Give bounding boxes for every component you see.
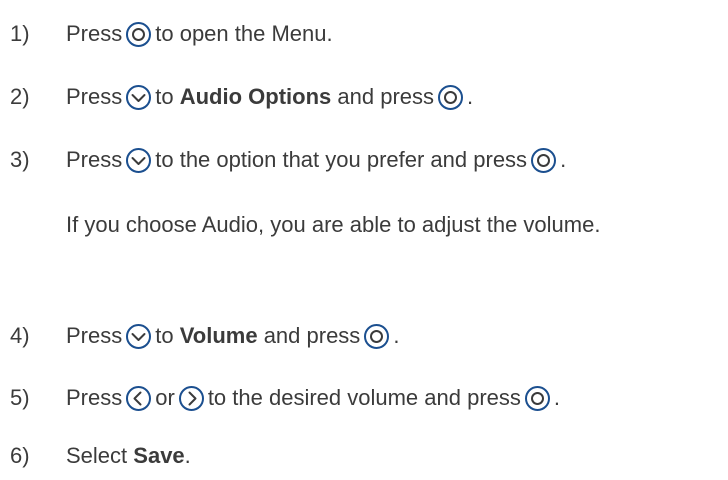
left-button-icon (125, 385, 152, 412)
step-number: 4) (10, 323, 30, 348)
menu-option-label: Audio Options (179, 84, 332, 109)
step-text: to the option that you prefer and press (155, 147, 528, 172)
ok-button-icon (125, 21, 152, 48)
step-number: 3) (10, 147, 30, 172)
step-number: 1) (10, 21, 30, 46)
step-text: Press (66, 323, 123, 348)
step-text: to (155, 84, 174, 109)
menu-option-label: Save (133, 443, 185, 468)
down-button-icon (125, 84, 152, 111)
step-text: to (155, 323, 174, 348)
step-text: . (553, 385, 561, 410)
audio-note: If you choose Audio, you are able to adj… (66, 212, 601, 237)
step-text: . (393, 323, 400, 348)
step-text: or (155, 385, 175, 410)
step-text: Select (66, 443, 128, 468)
ok-button-icon (524, 385, 551, 412)
step-text: Press (66, 385, 123, 410)
step-text: . (184, 443, 191, 468)
step-text: Press (66, 84, 123, 109)
right-button-icon (178, 385, 205, 412)
step-number: 2) (10, 84, 30, 109)
ok-button-icon (530, 147, 557, 174)
step-number: 5) (10, 385, 30, 410)
step-text: to open the Menu. (155, 21, 333, 46)
step-text: Press (66, 147, 123, 172)
step-text: . (467, 84, 474, 109)
step-text: to the desired volume and press (207, 385, 521, 410)
ok-button-icon (363, 323, 390, 350)
down-button-icon (125, 147, 152, 174)
down-button-icon (125, 323, 152, 350)
menu-option-label: Volume (179, 323, 258, 348)
instruction-steps: 1) Press to open the Menu. 2) Press to A… (0, 0, 728, 480)
step-text: and press (263, 323, 361, 348)
step-text: and press (337, 84, 435, 109)
ok-button-icon (437, 84, 464, 111)
step-text: . (560, 147, 567, 172)
step-number: 6) (10, 443, 30, 468)
step-text: Press (66, 21, 123, 46)
